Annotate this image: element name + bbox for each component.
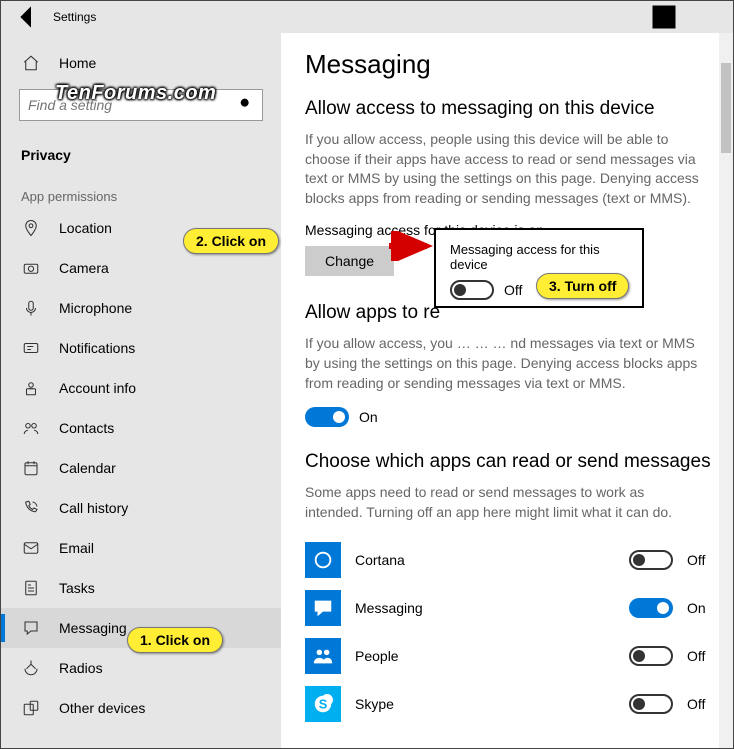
- section3-desc: Some apps need to read or send messages …: [305, 483, 705, 522]
- search-icon: [238, 96, 254, 115]
- app-toggle-state: Off: [687, 552, 717, 568]
- tasks-icon: [21, 578, 41, 598]
- account-info-icon: [21, 378, 41, 398]
- maximize-button[interactable]: [641, 1, 687, 33]
- sidebar-item-account-info[interactable]: Account info: [1, 368, 281, 408]
- other-devices-icon: [21, 698, 41, 718]
- section2-desc: If you allow access, you … … … nd messag…: [305, 334, 705, 393]
- sidebar-item-email[interactable]: Email: [1, 528, 281, 568]
- sidebar-item-label: Account info: [59, 380, 136, 396]
- close-button[interactable]: [687, 1, 733, 33]
- subsection-app-permissions: App permissions: [1, 171, 281, 208]
- app-toggle[interactable]: [629, 694, 673, 714]
- app-name: Messaging: [355, 600, 615, 616]
- email-icon: [21, 538, 41, 558]
- section1-desc: If you allow access, people using this d…: [305, 130, 705, 208]
- callout-3: 3. Turn off: [536, 273, 629, 299]
- section-privacy: Privacy: [1, 133, 281, 171]
- scrollbar[interactable]: [719, 33, 733, 748]
- toggle-switch[interactable]: [305, 407, 349, 427]
- sidebar-item-microphone[interactable]: Microphone: [1, 288, 281, 328]
- sidebar-item-label: Radios: [59, 660, 103, 676]
- notifications-icon: [21, 338, 41, 358]
- app-row-cortana: Cortana Off: [305, 536, 717, 584]
- app-toggle-state: Off: [687, 648, 717, 664]
- sidebar-item-label: Camera: [59, 260, 109, 276]
- messaging-app-icon: [305, 590, 341, 626]
- back-button[interactable]: [11, 1, 43, 33]
- window-title: Settings: [53, 10, 96, 24]
- svg-text:S: S: [319, 697, 328, 712]
- section1-heading: Allow access to messaging on this device: [305, 98, 717, 120]
- toggle-state: On: [359, 409, 378, 425]
- messaging-icon: [21, 618, 41, 638]
- callout-1: 1. Click on: [127, 627, 223, 653]
- call-history-icon: [21, 498, 41, 518]
- sidebar-item-label: Notifications: [59, 340, 135, 356]
- radios-icon: [21, 658, 41, 678]
- skype-app-icon: S: [305, 686, 341, 722]
- app-toggle[interactable]: [629, 598, 673, 618]
- microphone-icon: [21, 298, 41, 318]
- contacts-icon: [21, 418, 41, 438]
- app-row-people: People Off: [305, 632, 717, 680]
- minimize-button[interactable]: [595, 1, 641, 33]
- location-icon: [21, 218, 41, 238]
- section3-heading: Choose which apps can read or send messa…: [305, 451, 717, 473]
- home-icon: [21, 53, 41, 73]
- page-title: Messaging: [305, 49, 717, 80]
- callout-2: 2. Click on: [183, 228, 279, 254]
- sidebar-item-contacts[interactable]: Contacts: [1, 408, 281, 448]
- sidebar-item-tasks[interactable]: Tasks: [1, 568, 281, 608]
- sidebar-item-label: Calendar: [59, 460, 116, 476]
- change-button[interactable]: Change: [305, 246, 394, 276]
- sidebar-item-label: Call history: [59, 500, 128, 516]
- camera-icon: [21, 258, 41, 278]
- sidebar-item-other-devices[interactable]: Other devices: [1, 688, 281, 728]
- nav-home-label: Home: [59, 55, 96, 71]
- titlebar: Settings: [1, 1, 733, 33]
- popup-switch[interactable]: [450, 280, 494, 300]
- app-name: People: [355, 648, 615, 664]
- sidebar-item-label: Microphone: [59, 300, 132, 316]
- app-row-messaging: Messaging On: [305, 584, 717, 632]
- people-app-icon: [305, 638, 341, 674]
- app-row-skype: S Skype Off: [305, 680, 717, 728]
- app-toggle[interactable]: [629, 646, 673, 666]
- sidebar-item-label: Contacts: [59, 420, 114, 436]
- main-panel: Messaging Allow access to messaging on t…: [281, 33, 733, 748]
- app-name: Cortana: [355, 552, 615, 568]
- watermark: TenForums.com: [55, 82, 216, 105]
- sidebar-item-label: Other devices: [59, 700, 145, 716]
- sidebar-item-calendar[interactable]: Calendar: [1, 448, 281, 488]
- app-toggle-state: Off: [687, 696, 717, 712]
- app-toggle[interactable]: [629, 550, 673, 570]
- popup-title: Messaging access for this device: [450, 242, 628, 272]
- sidebar-item-label: Messaging: [59, 620, 127, 636]
- calendar-icon: [21, 458, 41, 478]
- nav-home[interactable]: Home: [1, 43, 281, 83]
- app-name: Skype: [355, 696, 615, 712]
- sidebar-item-label: Location: [59, 220, 112, 236]
- red-arrow-icon: [387, 231, 437, 261]
- cortana-app-icon: [305, 542, 341, 578]
- scrollbar-thumb[interactable]: [721, 63, 731, 153]
- sidebar-item-call-history[interactable]: Call history: [1, 488, 281, 528]
- sidebar-item-camera[interactable]: Camera: [1, 248, 281, 288]
- sidebar-item-label: Email: [59, 540, 94, 556]
- popup-state: Off: [504, 282, 522, 298]
- sidebar-item-label: Tasks: [59, 580, 95, 596]
- app-toggle-state: On: [687, 600, 717, 616]
- section2-toggle[interactable]: On: [305, 407, 717, 427]
- sidebar-item-radios[interactable]: Radios: [1, 648, 281, 688]
- sidebar-item-notifications[interactable]: Notifications: [1, 328, 281, 368]
